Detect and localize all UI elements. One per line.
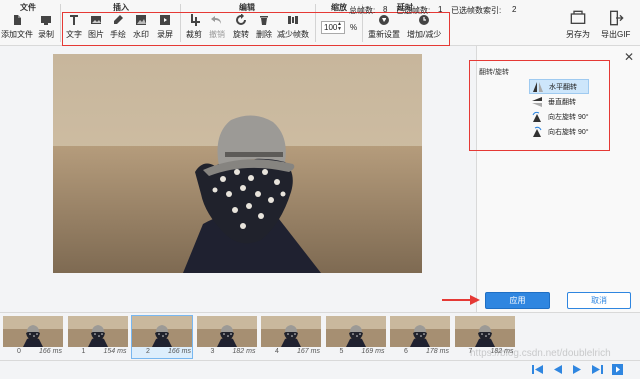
frame-index: 4 [275, 348, 279, 355]
close-icon[interactable]: ✕ [624, 50, 634, 64]
total-frames-label: 总帧数: [349, 6, 376, 15]
frame-duration: 154 ms [103, 348, 127, 355]
selected-frames-value: 1 [438, 5, 443, 14]
frame-image [325, 316, 386, 347]
frame-duration: 166 ms [168, 348, 191, 355]
frame-duration: 167 ms [297, 348, 320, 355]
selected-index-value: 2 [512, 5, 517, 14]
play-icon[interactable] [611, 363, 624, 376]
frame-index: 3 [210, 348, 215, 355]
add-file-icon [14, 15, 21, 25]
next-frame-icon[interactable] [571, 363, 584, 376]
add-file-label: 添加文件 [1, 30, 33, 39]
record-button[interactable]: 录制 [38, 14, 54, 40]
rotate-option-list: 水平翻转 垂直翻转 向左旋转 90° 向右旋转 90° [529, 79, 589, 139]
record-label: 录制 [38, 30, 54, 39]
frame-image [390, 316, 450, 347]
record-icon [41, 16, 51, 25]
toolbar: 文件 插入 编辑 缩放 延时 添加文件 录制 文字 图片 手绘 水印 录屏 裁剪… [0, 0, 640, 46]
status-bar [0, 360, 640, 379]
selected-index-label: 已选帧数索引: [451, 6, 502, 15]
export-gif-icon [609, 10, 624, 26]
frame-index: 5 [339, 348, 344, 355]
frame-image [3, 316, 63, 347]
export-gif-label: 导出GIF [601, 30, 631, 39]
add-file-button[interactable]: 添加文件 [1, 14, 33, 40]
flip-horizontal-option[interactable]: 水平翻转 [529, 79, 589, 94]
frame-thumbnail[interactable]: 4 167 ms [261, 316, 321, 358]
frame-thumbnail[interactable]: 1 154 ms [67, 316, 128, 358]
frame-image [261, 316, 321, 347]
rotate-right-option[interactable]: 向右旋转 90° [529, 124, 589, 139]
frame-image [67, 316, 128, 347]
divider [60, 4, 61, 42]
rotate-right-label: 向右旋转 90° [548, 128, 589, 136]
flip-vertical-icon [532, 96, 542, 107]
frame-index: 6 [404, 348, 408, 355]
save-as-label: 另存为 [566, 30, 590, 39]
frame-image [132, 316, 192, 347]
rotate-left-option[interactable]: 向左旋转 90° [529, 109, 589, 124]
frame-duration: 169 ms [361, 348, 385, 355]
first-frame-icon[interactable] [531, 363, 544, 376]
flip-vertical-option[interactable]: 垂直翻转 [529, 94, 589, 109]
frame-thumbnail[interactable]: 6 178 ms [390, 316, 450, 358]
frame-thumbnail[interactable]: 5 169 ms [325, 316, 386, 358]
save-as-button[interactable]: 另存为 [566, 10, 590, 40]
rotate-left-label: 向左旋转 90° [548, 113, 589, 121]
toolbar-highlight-box [62, 12, 450, 46]
previous-frame-icon[interactable] [551, 363, 564, 376]
rotate-left-icon [532, 111, 541, 122]
frame-thumbnail[interactable]: 2 166 ms [131, 315, 193, 359]
cancel-button[interactable]: 取消 [567, 292, 631, 309]
frame-image [454, 316, 515, 347]
flip-horizontal-label: 水平翻转 [549, 83, 577, 91]
rotate-right-icon [533, 126, 542, 137]
total-frames-value: 8 [383, 5, 388, 14]
flip-vertical-label: 垂直翻转 [548, 98, 576, 106]
preview-frame-image [53, 54, 422, 273]
last-frame-icon[interactable] [591, 363, 604, 376]
save-as-icon [570, 10, 586, 24]
frame-index: 0 [17, 348, 21, 355]
rotate-panel-title: 翻转/旋转 [479, 69, 509, 76]
frame-index: 2 [146, 348, 150, 355]
arrow-pointer-icon [442, 295, 480, 305]
frame-image [196, 316, 257, 347]
flip-horizontal-icon [533, 81, 543, 92]
frame-thumbnail[interactable]: 3 182 ms [196, 316, 257, 358]
frame-duration: 182 ms [232, 348, 256, 355]
apply-button[interactable]: 应用 [485, 292, 550, 309]
selected-frames-label: 已选帧数: [396, 6, 431, 15]
frame-duration: 178 ms [426, 348, 449, 355]
frame-duration: 166 ms [39, 348, 62, 355]
frame-index: 1 [81, 348, 86, 355]
frame-thumbnail[interactable]: 0 166 ms [3, 316, 63, 358]
watermark-text: https://blog.csdn.net/doublelrich [470, 348, 611, 359]
group-title-file: 文件 [20, 3, 36, 12]
export-gif-button[interactable]: 导出GIF [601, 10, 630, 40]
